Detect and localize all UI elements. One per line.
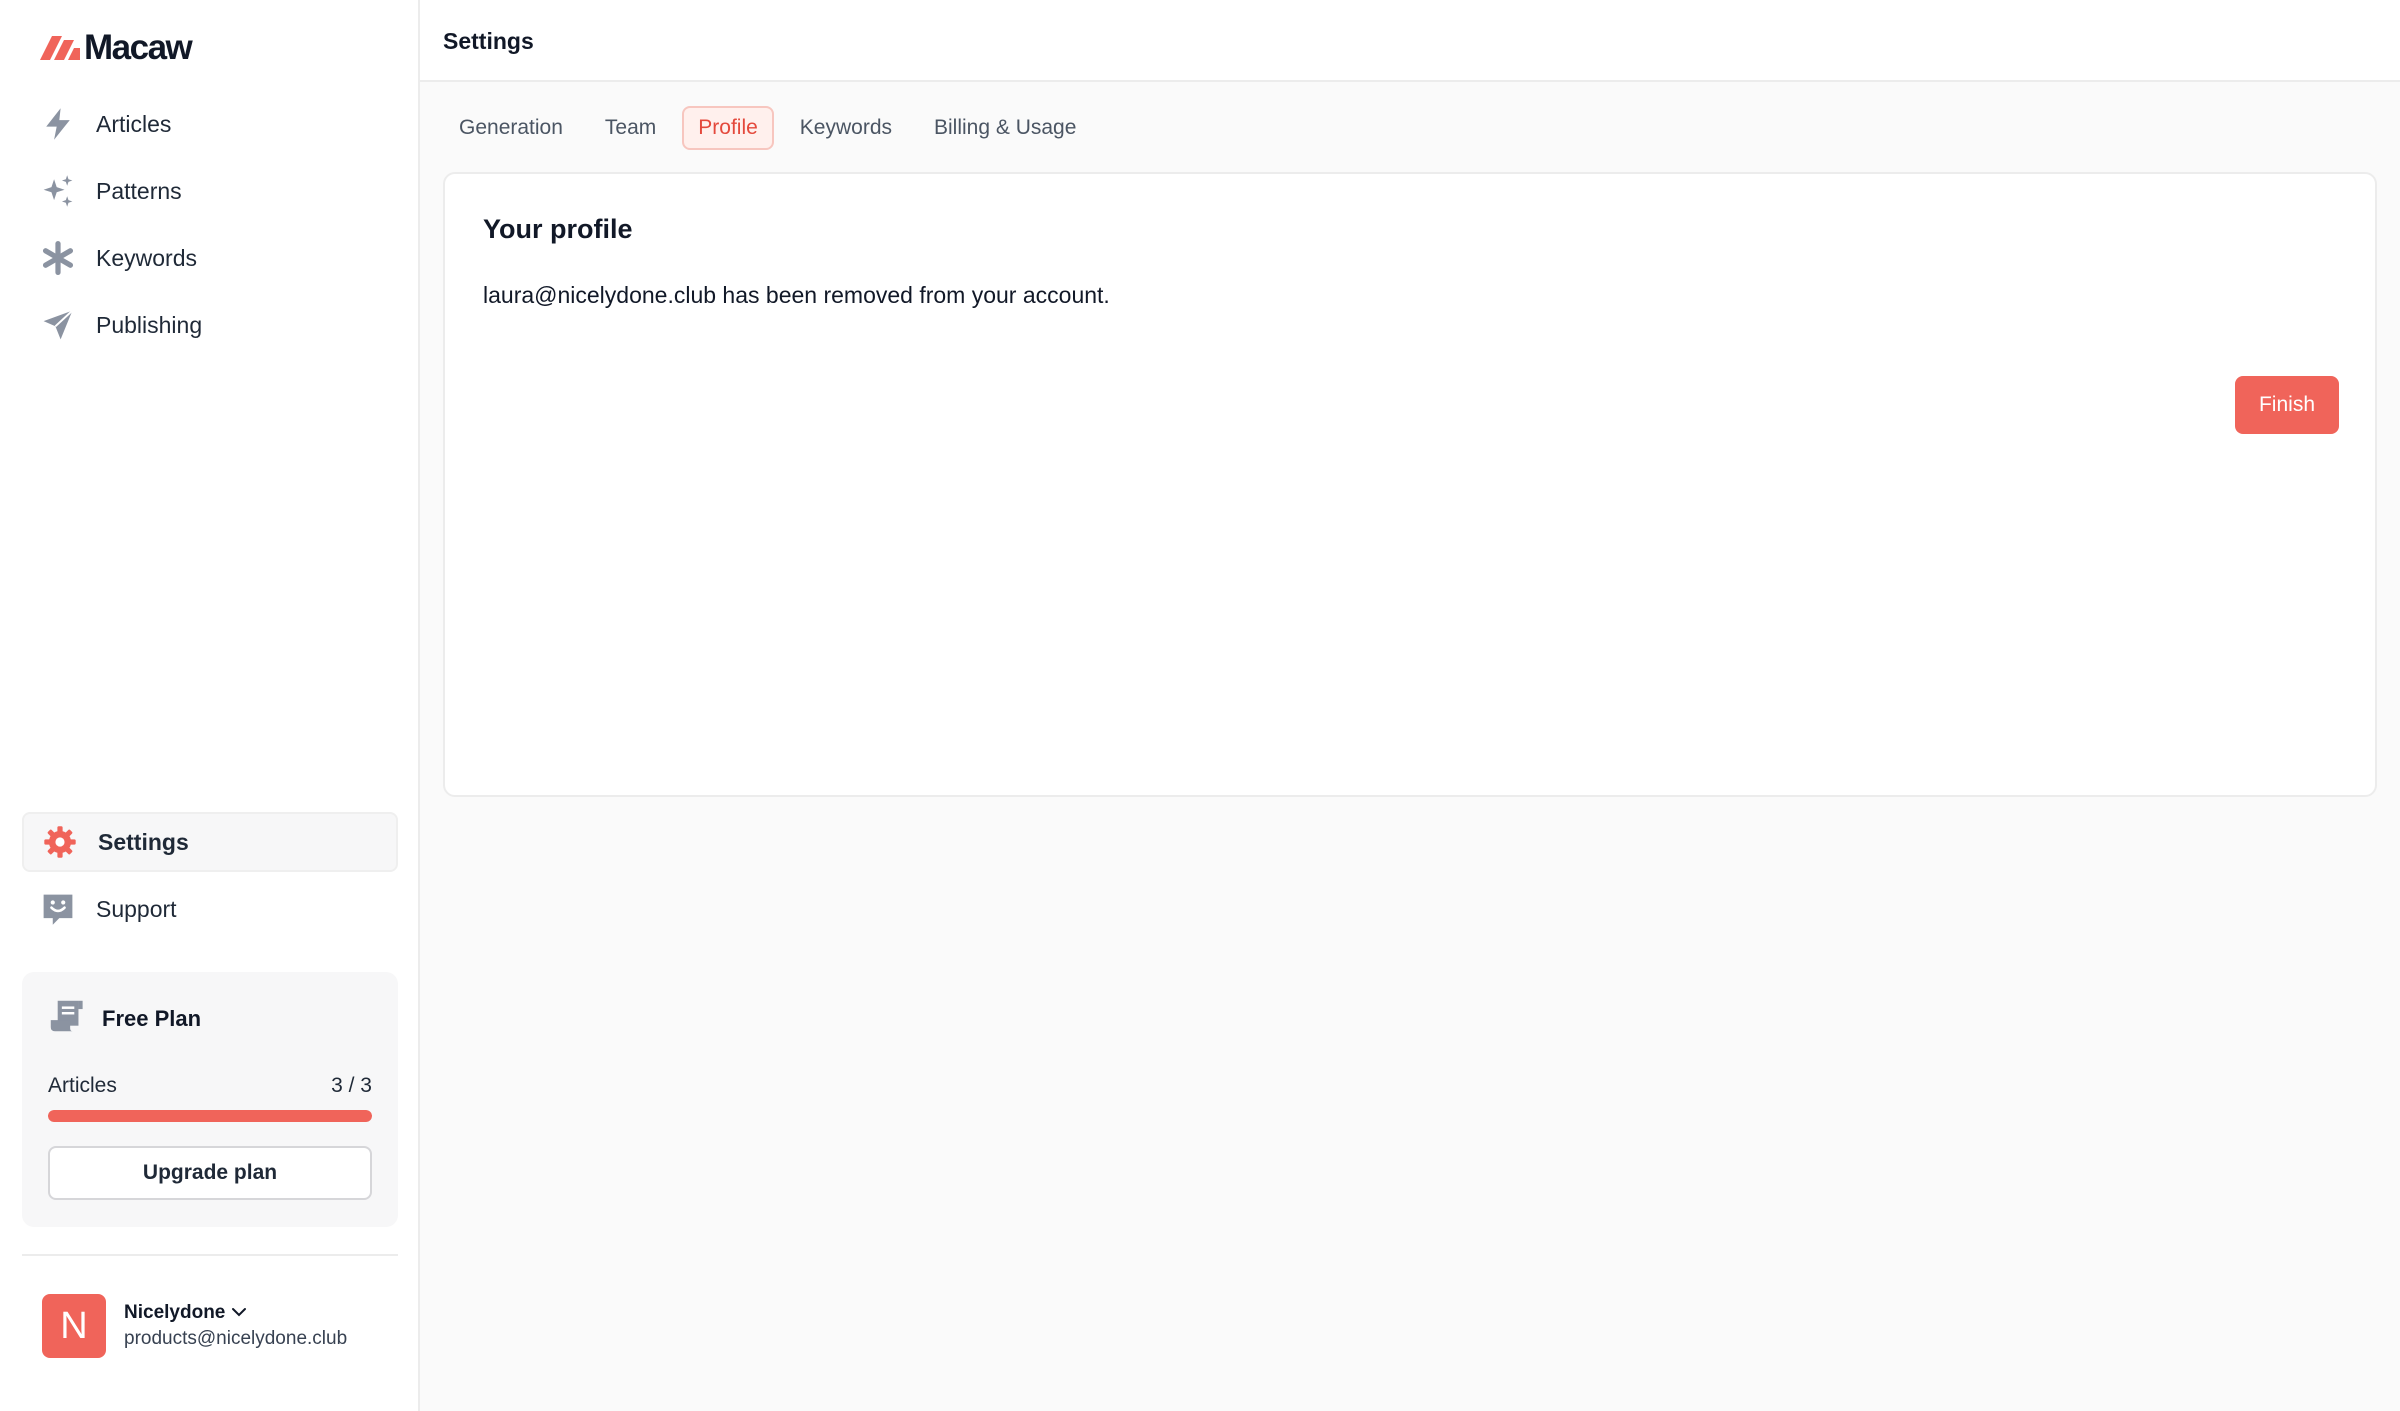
user-name-row: Nicelydone — [124, 1302, 347, 1324]
sidebar-nav: Articles Patterns Keywords Publishing — [22, 94, 398, 362]
asterisk-icon — [40, 240, 76, 276]
sidebar-item-label: Settings — [98, 828, 189, 855]
avatar: N — [42, 1294, 106, 1358]
plan-usage-row: Articles 3 / 3 — [48, 1074, 372, 1098]
sidebar-bottom-nav: Settings Support — [22, 812, 398, 946]
settings-tabs: Generation Team Profile Keywords Billing… — [443, 106, 1092, 150]
tab-team[interactable]: Team — [589, 106, 672, 150]
upgrade-plan-button[interactable]: Upgrade plan — [48, 1146, 372, 1200]
sparkles-icon — [40, 173, 76, 209]
paper-plane-icon — [40, 307, 76, 343]
removal-message: laura@nicelydone.club has been removed f… — [483, 282, 1110, 308]
sidebar-item-label: Support — [96, 895, 177, 922]
sidebar-item-patterns[interactable]: Patterns — [22, 161, 398, 221]
plan-card: Free Plan Articles 3 / 3 Upgrade plan — [22, 972, 398, 1227]
chevron-down-icon — [231, 1302, 247, 1324]
user-account-switcher[interactable]: N Nicelydone products@nicelydone.club — [42, 1294, 347, 1358]
profile-card-title: Your profile — [483, 214, 633, 244]
sidebar-item-keywords[interactable]: Keywords — [22, 228, 398, 288]
macaw-logo-icon — [40, 32, 80, 65]
bolt-icon — [40, 106, 76, 142]
app-name: Macaw — [84, 28, 193, 67]
plan-name: Free Plan — [102, 1006, 202, 1031]
sidebar-item-label: Patterns — [96, 177, 182, 204]
sidebar-item-support[interactable]: Support — [22, 879, 398, 939]
gear-icon — [42, 824, 78, 860]
sidebar-item-publishing[interactable]: Publishing — [22, 295, 398, 355]
tab-billing-usage[interactable]: Billing & Usage — [918, 106, 1092, 150]
tab-keywords[interactable]: Keywords — [784, 106, 908, 150]
tab-profile[interactable]: Profile — [682, 106, 774, 150]
sidebar-item-label: Publishing — [96, 311, 203, 338]
plan-metric-label: Articles — [48, 1074, 117, 1097]
profile-card: Your profile laura@nicelydone.club has b… — [443, 172, 2377, 797]
top-bar: Settings — [420, 0, 2400, 82]
user-name: Nicelydone — [124, 1302, 226, 1323]
sidebar-item-articles[interactable]: Articles — [22, 94, 398, 154]
sidebar-divider — [22, 1254, 398, 1256]
macaw-logo[interactable]: Macaw — [40, 28, 193, 68]
smile-chat-icon — [40, 891, 76, 927]
sidebar-item-label: Keywords — [96, 244, 197, 271]
user-email: products@nicelydone.club — [124, 1328, 348, 1349]
receipt-icon — [48, 998, 84, 1040]
plan-progress-fill — [48, 1110, 372, 1122]
sidebar: Macaw Articles Patterns Keywords Publish… — [0, 0, 420, 1411]
plan-metric-value: 3 / 3 — [331, 1074, 372, 1097]
page-title: Settings — [443, 28, 534, 54]
sidebar-item-settings[interactable]: Settings — [22, 812, 398, 872]
plan-header: Free Plan — [48, 998, 201, 1040]
sidebar-item-label: Articles — [96, 110, 172, 137]
finish-button[interactable]: Finish — [2235, 376, 2339, 434]
plan-progress-bar — [48, 1110, 372, 1122]
user-info: Nicelydone products@nicelydone.club — [124, 1302, 347, 1350]
tab-generation[interactable]: Generation — [443, 106, 579, 150]
